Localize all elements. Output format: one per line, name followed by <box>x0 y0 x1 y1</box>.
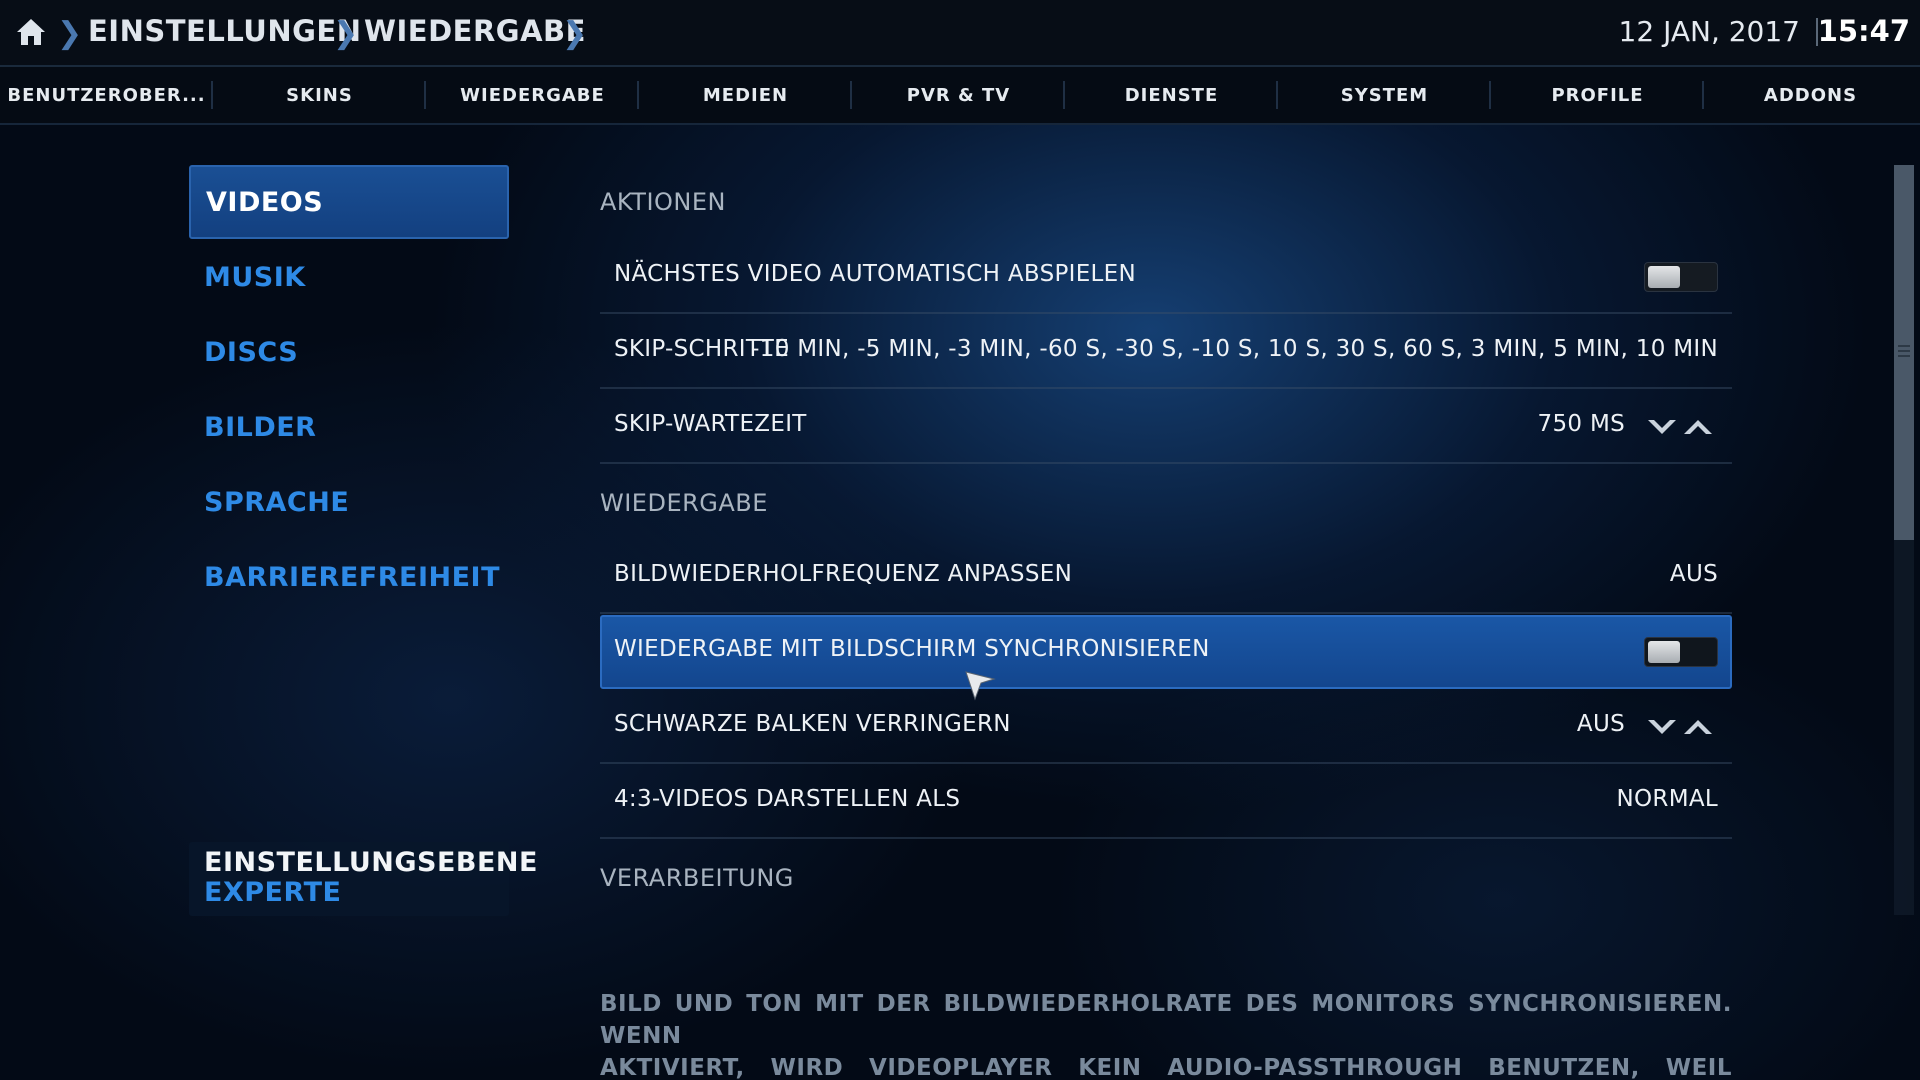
setting-label: SKIP-WARTEZEIT <box>614 411 807 437</box>
spinner-arrows[interactable] <box>1646 715 1718 739</box>
settings-level-title: EINSTELLUNGSEBENE <box>204 847 538 878</box>
setting-value: NORMAL <box>1616 786 1718 812</box>
scrollbar-grip <box>1898 355 1910 357</box>
toggle-knob <box>1648 266 1680 288</box>
description-line: BILD UND TON MIT DER BILDWIEDERHOLRATE D… <box>600 991 1732 1049</box>
clock: 15:47 <box>1817 14 1910 48</box>
chevron-up-icon <box>1684 420 1712 434</box>
chevron-right-icon: ❯ <box>57 16 83 51</box>
setting-row-stretch-43[interactable]: 4:3-VIDEOS DARSTELLEN ALS NORMAL <box>600 765 1732 839</box>
chevron-right-icon: ❯ <box>562 16 588 51</box>
toggle-switch[interactable] <box>1644 637 1718 667</box>
tab-skins[interactable]: SKINS <box>213 67 426 123</box>
toggle-knob <box>1648 641 1680 663</box>
category-bilder[interactable]: BILDER <box>189 390 509 464</box>
header-bar: ❯ EINSTELLUNGEN ❯ WIEDERGABE ❯ 12 JAN, 2… <box>0 0 1920 67</box>
home-icon[interactable] <box>15 16 47 48</box>
toggle-switch[interactable] <box>1644 262 1718 292</box>
settings-level-button[interactable]: EINSTELLUNGSEBENE EXPERTE <box>189 842 538 916</box>
setting-label: SCHWARZE BALKEN VERRINGERN <box>614 711 1011 737</box>
group-title-verarbeitung: VERARBEITUNG <box>600 864 794 892</box>
category-discs[interactable]: DISCS <box>189 315 509 389</box>
setting-row-skip-steps[interactable]: SKIP-SCHRITTE -10 MIN, -5 MIN, -3 MIN, -… <box>600 315 1732 389</box>
setting-row-autoplay[interactable]: NÄCHSTES VIDEO AUTOMATISCH ABSPIELEN <box>600 240 1732 314</box>
setting-label: 4:3-VIDEOS DARSTELLEN ALS <box>614 786 961 812</box>
setting-label: NÄCHSTES VIDEO AUTOMATISCH ABSPIELEN <box>614 261 1137 287</box>
category-musik[interactable]: MUSIK <box>189 240 509 314</box>
tab-pvr-tv[interactable]: PVR & TV <box>852 67 1065 123</box>
section-tabs: BENUTZEROBER... SKINS WIEDERGABE MEDIEN … <box>0 67 1920 125</box>
settings-level-value: EXPERTE <box>204 877 342 908</box>
setting-value: AUS <box>1576 711 1625 737</box>
setting-row-black-bars[interactable]: SCHWARZE BALKEN VERRINGERN AUS <box>600 690 1732 764</box>
kodi-settings-screen: ❯ EINSTELLUNGEN ❯ WIEDERGABE ❯ 12 JAN, 2… <box>0 0 1920 1080</box>
setting-row-skip-delay[interactable]: SKIP-WARTEZEIT 750 MS <box>600 390 1732 464</box>
mouse-pointer-icon <box>965 671 996 701</box>
chevron-down-icon <box>1648 420 1676 434</box>
tab-addons[interactable]: ADDONS <box>1704 67 1917 123</box>
setting-label: WIEDERGABE MIT BILDSCHIRM SYNCHRONISIERE… <box>614 636 1210 662</box>
setting-value: 750 MS <box>1537 411 1625 437</box>
breadcrumb-wiedergabe: WIEDERGABE <box>364 14 586 48</box>
setting-row-refresh-rate[interactable]: BILDWIEDERHOLFREQUENZ ANPASSEN AUS <box>600 540 1732 614</box>
chevron-down-icon <box>1648 720 1676 734</box>
breadcrumb-einstellungen[interactable]: EINSTELLUNGEN <box>88 14 361 48</box>
scrollbar-thumb[interactable] <box>1894 165 1914 540</box>
chevron-right-icon: ❯ <box>333 16 359 51</box>
description-line: AKTIVIERT, WIRD VIDEOPLAYER KEIN AUDIO-P… <box>600 1055 1732 1080</box>
tab-system[interactable]: SYSTEM <box>1278 67 1491 123</box>
date-display: 12 JAN, 2017 <box>1618 15 1800 48</box>
scrollbar-grip <box>1898 345 1910 347</box>
group-title-wiedergabe: WIEDERGABE <box>600 489 768 517</box>
category-barrierefreiheit[interactable]: BARRIEREFREIHEIT <box>189 540 509 614</box>
group-title-aktionen: AKTIONEN <box>600 188 726 216</box>
setting-row-sync-display[interactable]: WIEDERGABE MIT BILDSCHIRM SYNCHRONISIERE… <box>600 615 1732 689</box>
scrollbar[interactable] <box>1894 165 1914 915</box>
category-sprache[interactable]: SPRACHE <box>189 465 509 539</box>
tab-dienste[interactable]: DIENSTE <box>1065 67 1278 123</box>
category-videos[interactable]: VIDEOS <box>189 165 509 239</box>
chevron-up-icon <box>1684 720 1712 734</box>
setting-label: BILDWIEDERHOLFREQUENZ ANPASSEN <box>614 561 1073 587</box>
setting-value: AUS <box>1669 561 1718 587</box>
setting-value: -10 MIN, -5 MIN, -3 MIN, -60 S, -30 S, -… <box>751 336 1718 362</box>
tab-wiedergabe[interactable]: WIEDERGABE <box>426 67 639 123</box>
tab-profile[interactable]: PROFILE <box>1491 67 1704 123</box>
tab-medien[interactable]: MEDIEN <box>639 67 852 123</box>
scrollbar-grip <box>1898 350 1910 352</box>
spinner-arrows[interactable] <box>1646 415 1718 439</box>
setting-description: BILD UND TON MIT DER BILDWIEDERHOLRATE D… <box>600 988 1732 1080</box>
tab-benutzeroberflaeche[interactable]: BENUTZEROBER... <box>0 67 213 123</box>
